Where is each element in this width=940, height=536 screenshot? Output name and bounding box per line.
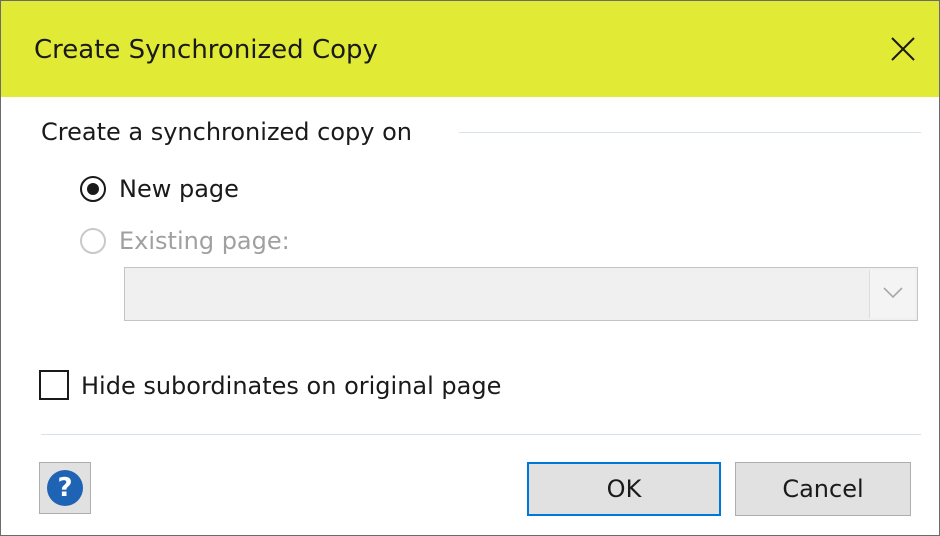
group-label: Create a synchronized copy on: [41, 118, 413, 146]
new-page-label[interactable]: New page: [119, 174, 239, 204]
dialog-title: Create Synchronized Copy: [34, 35, 378, 65]
close-button[interactable]: [877, 23, 929, 75]
select-dropdown-button[interactable]: [869, 270, 915, 318]
group-divider: [459, 132, 921, 133]
title-bar[interactable]: Create Synchronized Copy: [1, 1, 939, 97]
existing-page-radio[interactable]: [80, 228, 106, 254]
footer-divider: [41, 434, 921, 435]
close-icon: [891, 37, 915, 61]
ok-button[interactable]: OK: [527, 462, 721, 516]
radio-selected-dot: [87, 183, 99, 195]
hide-subordinates-label[interactable]: Hide subordinates on original page: [81, 371, 501, 401]
hide-subordinates-checkbox[interactable]: [39, 370, 69, 400]
new-page-radio[interactable]: [80, 176, 106, 202]
existing-page-select[interactable]: [124, 267, 918, 321]
create-synchronized-copy-dialog: Create Synchronized Copy Create a synchr…: [0, 0, 940, 536]
chevron-down-icon: [883, 287, 903, 299]
help-button[interactable]: ?: [39, 462, 91, 514]
cancel-button[interactable]: Cancel: [735, 462, 911, 516]
help-icon: ?: [47, 470, 83, 506]
existing-page-label[interactable]: Existing page:: [119, 226, 290, 256]
